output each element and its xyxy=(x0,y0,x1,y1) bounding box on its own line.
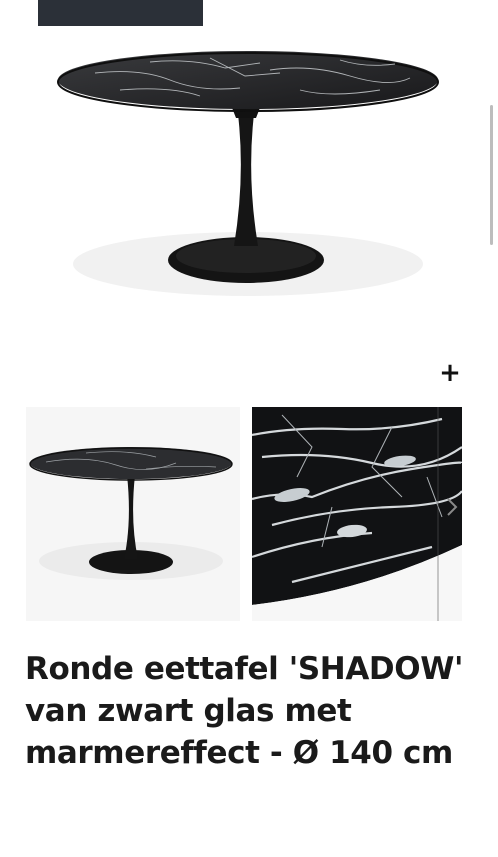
gallery-thumbnail-table[interactable] xyxy=(26,407,240,621)
expand-plus-button[interactable]: + xyxy=(438,358,462,388)
scrollbar[interactable] xyxy=(490,105,493,245)
gallery-thumbnail-marble-detail[interactable] xyxy=(252,407,462,621)
main-product-image[interactable] xyxy=(0,28,498,348)
header-bar xyxy=(38,0,203,26)
product-title: Ronde eettafel 'SHADOW' van zwart glas m… xyxy=(25,651,464,771)
